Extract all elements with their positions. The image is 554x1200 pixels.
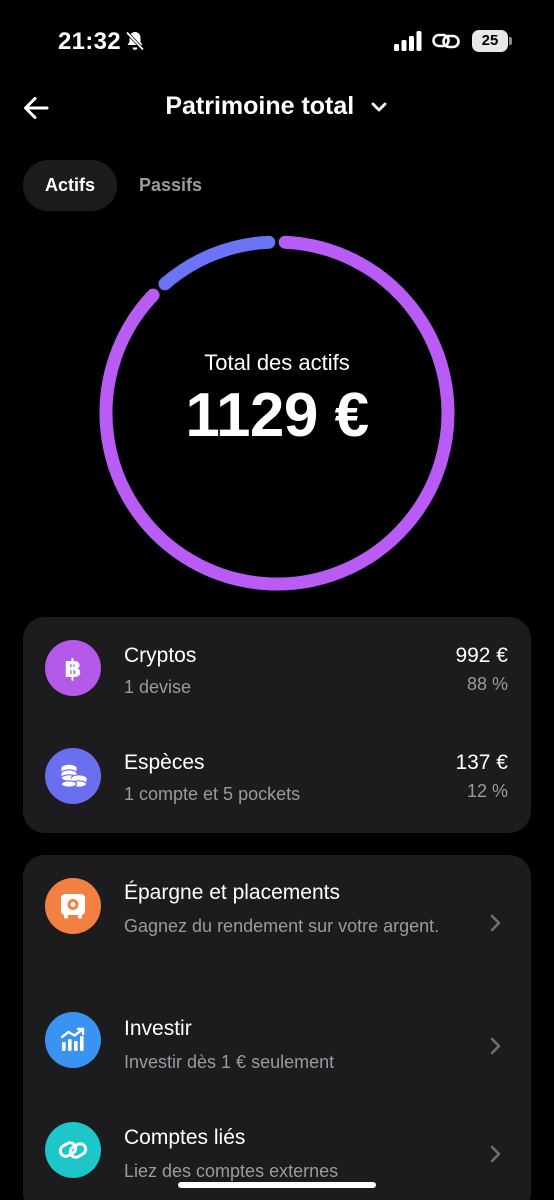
chart-up-icon	[45, 1012, 101, 1068]
row-title: Comptes liés	[124, 1126, 246, 1149]
home-indicator[interactable]	[178, 1182, 376, 1188]
investir-row[interactable]: Investir Investir dès 1 € seulement	[23, 990, 531, 1100]
row-title: Épargne et placements	[124, 881, 340, 904]
battery-level: 25	[472, 30, 508, 52]
screen: 21:32 25 Patrimoine total Actifs Passifs…	[0, 0, 554, 1200]
tab-actifs[interactable]: Actifs	[23, 160, 118, 211]
asset-percent: 12 %	[466, 781, 508, 801]
asset-row-especes[interactable]: Espèces 1 compte et 5 pockets 137 € 12 %	[23, 725, 531, 833]
donut-chart: Total des actifs 1129 €	[96, 232, 458, 594]
status-time: 21:32	[58, 28, 121, 55]
row-subtitle: Gagnez du rendement sur votre argent.	[124, 916, 440, 936]
asset-subtitle: 1 devise	[124, 677, 192, 697]
asset-amount: 992 €	[455, 644, 508, 667]
bitcoin-icon: ฿	[45, 640, 101, 696]
safe-icon	[45, 878, 101, 934]
row-title: Investir	[124, 1017, 192, 1040]
chevron-right-icon	[490, 1145, 501, 1163]
tab-passifs[interactable]: Passifs	[117, 160, 224, 211]
asset-row-cryptos[interactable]: ฿ Cryptos 1 devise 992 € 88 %	[23, 617, 531, 725]
asset-percent: 88 %	[466, 674, 508, 694]
asset-amount: 137 €	[455, 751, 508, 774]
battery-icon: 25	[472, 30, 512, 52]
battery-tip	[509, 37, 512, 45]
coins-icon	[45, 748, 101, 804]
total-value: 1129 €	[185, 381, 369, 450]
page-title: Patrimoine total	[165, 92, 355, 120]
asset-name: Cryptos	[124, 644, 197, 667]
svg-text:฿: ฿	[64, 654, 81, 683]
epargne-row[interactable]: Épargne et placements Gagnez du rendemen…	[23, 855, 531, 983]
bell-muted-icon	[125, 31, 145, 51]
shortcuts-card: Épargne et placements Gagnez du rendemen…	[23, 855, 531, 1200]
status-bar: 21:32 25	[0, 0, 554, 84]
chevron-right-icon	[490, 914, 501, 932]
asset-name: Espèces	[124, 751, 205, 774]
signal-icon	[394, 31, 422, 51]
chevron-down-icon	[371, 102, 387, 111]
link-status-icon	[432, 33, 460, 49]
row-subtitle: Investir dès 1 € seulement	[124, 1052, 335, 1072]
header: Patrimoine total	[0, 84, 554, 132]
segmented-tabs: Actifs Passifs	[23, 160, 224, 211]
title-dropdown[interactable]: Patrimoine total	[0, 92, 554, 121]
link-icon	[45, 1122, 101, 1178]
assets-card: ฿ Cryptos 1 devise 992 € 88 % Espèces 1 …	[23, 617, 531, 833]
chevron-right-icon	[490, 1037, 501, 1055]
asset-subtitle: 1 compte et 5 pockets	[124, 784, 301, 804]
total-label: Total des actifs	[204, 350, 350, 375]
row-subtitle: Liez des comptes externes	[124, 1161, 339, 1181]
donut-segment-espèces	[158, 235, 276, 291]
